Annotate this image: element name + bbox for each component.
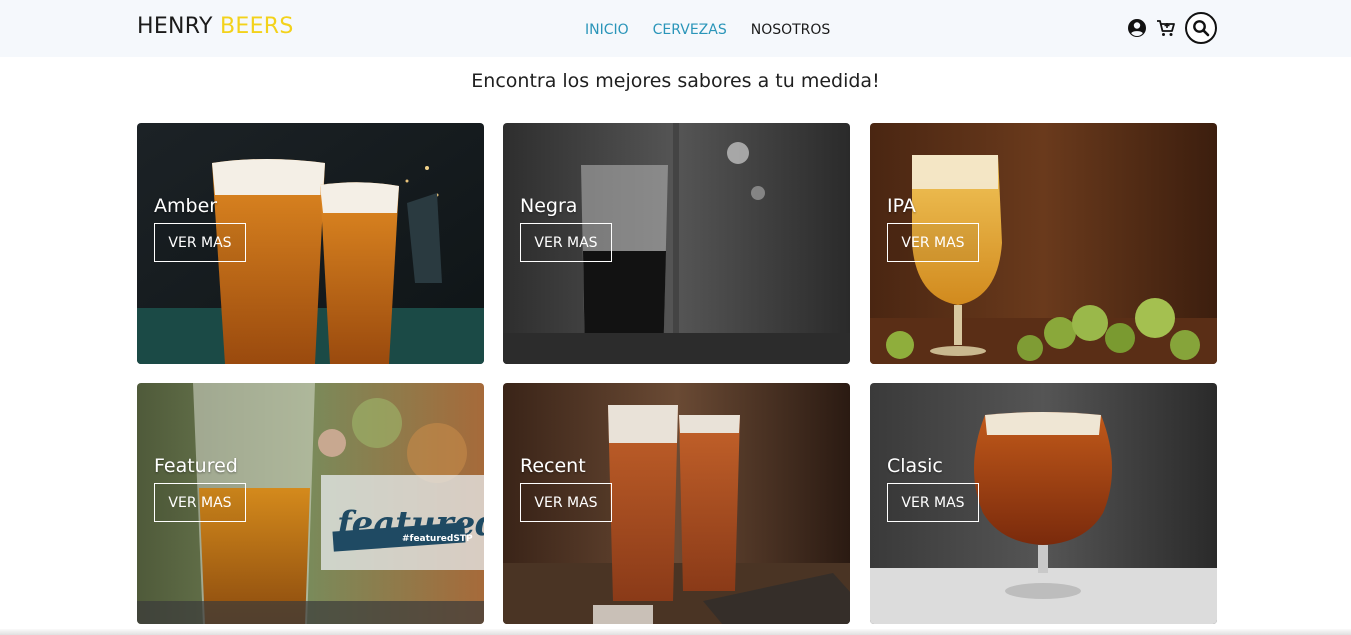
nav-icons: [1127, 12, 1217, 44]
category-card-negra[interactable]: Negra VER MAS: [503, 123, 850, 364]
user-button[interactable]: [1127, 18, 1147, 38]
page-bottom-shadow: [0, 629, 1351, 635]
featured-badge-tag: #featuredSTP: [402, 534, 473, 544]
category-card-amber[interactable]: Amber VER MAS: [137, 123, 484, 364]
cart-icon: [1157, 20, 1175, 36]
ver-mas-button[interactable]: VER MAS: [154, 483, 246, 522]
card-title: IPA: [887, 195, 916, 217]
ver-mas-button[interactable]: VER MAS: [520, 223, 612, 262]
card-title: Recent: [520, 455, 586, 477]
card-title: Featured: [154, 455, 238, 477]
brand-name-part1: HENRY: [137, 14, 213, 39]
nav-link-inicio[interactable]: INICIO: [585, 22, 629, 38]
category-card-clasic[interactable]: Clasic VER MAS: [870, 383, 1217, 624]
card-title: Negra: [520, 195, 578, 217]
nav-links: INICIO CERVEZAS NOSOTROS: [585, 22, 830, 38]
card-title: Clasic: [887, 455, 943, 477]
ver-mas-button[interactable]: VER MAS: [887, 483, 979, 522]
card-title: Amber: [154, 195, 218, 217]
ver-mas-button[interactable]: VER MAS: [154, 223, 246, 262]
category-card-recent[interactable]: Recent VER MAS: [503, 383, 850, 624]
navbar: HENRY BEERS INICIO CERVEZAS NOSOTROS: [0, 0, 1351, 57]
cart-button[interactable]: [1156, 18, 1176, 38]
nav-link-cervezas[interactable]: CERVEZAS: [653, 22, 727, 38]
search-button[interactable]: [1185, 12, 1217, 44]
page-headline: Encontra los mejores sabores a tu medida…: [471, 70, 880, 92]
brand-name-part2: BEERS: [220, 14, 294, 39]
nav-link-nosotros[interactable]: NOSOTROS: [751, 22, 831, 38]
category-card-featured[interactable]: featured: #featuredSTP Featured VER MAS: [137, 383, 484, 624]
brand-logo[interactable]: HENRY BEERS: [137, 14, 294, 39]
category-card-ipa[interactable]: IPA VER MAS: [870, 123, 1217, 364]
ver-mas-button[interactable]: VER MAS: [887, 223, 979, 262]
ver-mas-button[interactable]: VER MAS: [520, 483, 612, 522]
user-circle-icon: [1128, 19, 1146, 37]
search-icon: [1193, 20, 1210, 37]
